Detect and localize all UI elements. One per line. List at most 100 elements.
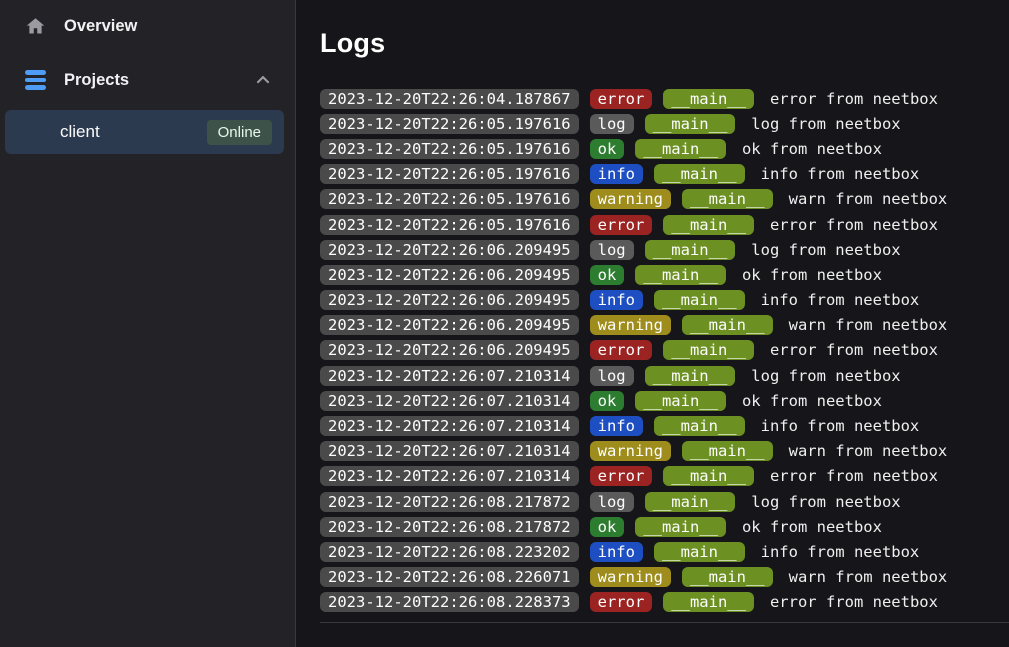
- log-message: ok from neetbox: [742, 518, 882, 536]
- log-level-badge: log: [590, 492, 634, 512]
- log-module-badge: __main__: [663, 215, 754, 235]
- log-row: 2023-12-20T22:26:05.197616 warning __mai…: [320, 187, 1009, 212]
- log-module-badge: __main__: [682, 189, 773, 209]
- log-level-badge: error: [590, 89, 653, 109]
- log-row: 2023-12-20T22:26:06.209495 ok __main__ o…: [320, 262, 1009, 287]
- log-message: log from neetbox: [751, 115, 900, 133]
- log-message: ok from neetbox: [742, 266, 882, 284]
- log-message: ok from neetbox: [742, 392, 882, 410]
- log-message: warn from neetbox: [789, 442, 948, 460]
- log-timestamp: 2023-12-20T22:26:05.197616: [320, 215, 579, 235]
- log-timestamp: 2023-12-20T22:26:08.228373: [320, 592, 579, 612]
- log-module-badge: __main__: [663, 466, 754, 486]
- sidebar-project-client[interactable]: client Online: [5, 110, 284, 154]
- log-level-badge: ok: [590, 391, 625, 411]
- log-row: 2023-12-20T22:26:07.210314 ok __main__ o…: [320, 388, 1009, 413]
- log-message: log from neetbox: [751, 241, 900, 259]
- main-panel: Logs 2023-12-20T22:26:04.187867 error __…: [296, 0, 1009, 647]
- log-message: ok from neetbox: [742, 140, 882, 158]
- page-title: Logs: [320, 28, 1009, 59]
- log-timestamp: 2023-12-20T22:26:07.210314: [320, 441, 579, 461]
- log-message: warn from neetbox: [789, 316, 948, 334]
- log-timestamp: 2023-12-20T22:26:08.226071: [320, 567, 579, 587]
- log-module-badge: __main__: [682, 441, 773, 461]
- log-level-badge: error: [590, 215, 653, 235]
- log-timestamp: 2023-12-20T22:26:05.197616: [320, 114, 579, 134]
- log-timestamp: 2023-12-20T22:26:08.223202: [320, 542, 579, 562]
- log-timestamp: 2023-12-20T22:26:08.217872: [320, 517, 579, 537]
- log-level-badge: error: [590, 466, 653, 486]
- log-row: 2023-12-20T22:26:08.226071 warning __mai…: [320, 565, 1009, 590]
- log-row: 2023-12-20T22:26:06.209495 error __main_…: [320, 338, 1009, 363]
- sidebar-item-projects[interactable]: Projects: [0, 60, 295, 100]
- log-row: 2023-12-20T22:26:05.197616 ok __main__ o…: [320, 136, 1009, 161]
- log-level-badge: info: [590, 416, 643, 436]
- log-level-badge: error: [590, 592, 653, 612]
- log-level-badge: log: [590, 366, 634, 386]
- log-row: 2023-12-20T22:26:05.197616 error __main_…: [320, 212, 1009, 237]
- log-message: error from neetbox: [770, 593, 938, 611]
- log-row: 2023-12-20T22:26:08.217872 ok __main__ o…: [320, 514, 1009, 539]
- log-message: info from neetbox: [761, 165, 920, 183]
- log-message: error from neetbox: [770, 90, 938, 108]
- log-level-badge: ok: [590, 517, 625, 537]
- sidebar: Overview Projects client Online: [0, 0, 296, 647]
- sidebar-item-overview[interactable]: Overview: [0, 6, 295, 46]
- log-row: 2023-12-20T22:26:07.210314 log __main__ …: [320, 363, 1009, 388]
- log-module-badge: __main__: [645, 492, 736, 512]
- log-timestamp: 2023-12-20T22:26:04.187867: [320, 89, 579, 109]
- log-timestamp: 2023-12-20T22:26:06.209495: [320, 265, 579, 285]
- log-timestamp: 2023-12-20T22:26:07.210314: [320, 416, 579, 436]
- log-message: warn from neetbox: [789, 190, 948, 208]
- log-level-badge: warning: [590, 441, 671, 461]
- log-module-badge: __main__: [682, 315, 773, 335]
- sidebar-item-label: Projects: [64, 71, 129, 90]
- log-level-badge: error: [590, 340, 653, 360]
- log-row: 2023-12-20T22:26:08.217872 log __main__ …: [320, 489, 1009, 514]
- chevron-up-icon[interactable]: [253, 70, 273, 90]
- log-module-badge: __main__: [663, 340, 754, 360]
- log-module-badge: __main__: [635, 517, 726, 537]
- log-message: info from neetbox: [761, 543, 920, 561]
- log-message: info from neetbox: [761, 291, 920, 309]
- log-module-badge: __main__: [654, 290, 745, 310]
- log-module-badge: __main__: [663, 89, 754, 109]
- home-icon: [25, 16, 46, 37]
- log-module-badge: __main__: [682, 567, 773, 587]
- log-module-badge: __main__: [635, 265, 726, 285]
- log-timestamp: 2023-12-20T22:26:06.209495: [320, 340, 579, 360]
- log-level-badge: warning: [590, 315, 671, 335]
- log-level-badge: log: [590, 240, 634, 260]
- log-module-badge: __main__: [645, 240, 736, 260]
- log-message: log from neetbox: [751, 367, 900, 385]
- log-timestamp: 2023-12-20T22:26:06.209495: [320, 315, 579, 335]
- log-row: 2023-12-20T22:26:06.209495 warning __mai…: [320, 313, 1009, 338]
- log-level-badge: warning: [590, 567, 671, 587]
- log-timestamp: 2023-12-20T22:26:05.197616: [320, 139, 579, 159]
- log-message: error from neetbox: [770, 341, 938, 359]
- log-message: error from neetbox: [770, 467, 938, 485]
- log-message: info from neetbox: [761, 417, 920, 435]
- log-row: 2023-12-20T22:26:08.228373 error __main_…: [320, 590, 1009, 615]
- log-row: 2023-12-20T22:26:05.197616 info __main__…: [320, 162, 1009, 187]
- log-timestamp: 2023-12-20T22:26:07.210314: [320, 391, 579, 411]
- log-row: 2023-12-20T22:26:07.210314 warning __mai…: [320, 439, 1009, 464]
- log-module-badge: __main__: [635, 139, 726, 159]
- divider: [320, 622, 1009, 623]
- log-row: 2023-12-20T22:26:07.210314 error __main_…: [320, 464, 1009, 489]
- status-badge: Online: [207, 120, 272, 145]
- log-timestamp: 2023-12-20T22:26:07.210314: [320, 366, 579, 386]
- log-module-badge: __main__: [654, 416, 745, 436]
- log-row: 2023-12-20T22:26:06.209495 info __main__…: [320, 288, 1009, 313]
- log-timestamp: 2023-12-20T22:26:06.209495: [320, 290, 579, 310]
- log-timestamp: 2023-12-20T22:26:06.209495: [320, 240, 579, 260]
- log-module-badge: __main__: [663, 592, 754, 612]
- log-timestamp: 2023-12-20T22:26:08.217872: [320, 492, 579, 512]
- log-row: 2023-12-20T22:26:06.209495 log __main__ …: [320, 237, 1009, 262]
- project-name: client: [60, 122, 100, 142]
- log-level-badge: info: [590, 290, 643, 310]
- log-module-badge: __main__: [645, 114, 736, 134]
- log-level-badge: log: [590, 114, 634, 134]
- log-level-badge: ok: [590, 139, 625, 159]
- log-module-badge: __main__: [635, 391, 726, 411]
